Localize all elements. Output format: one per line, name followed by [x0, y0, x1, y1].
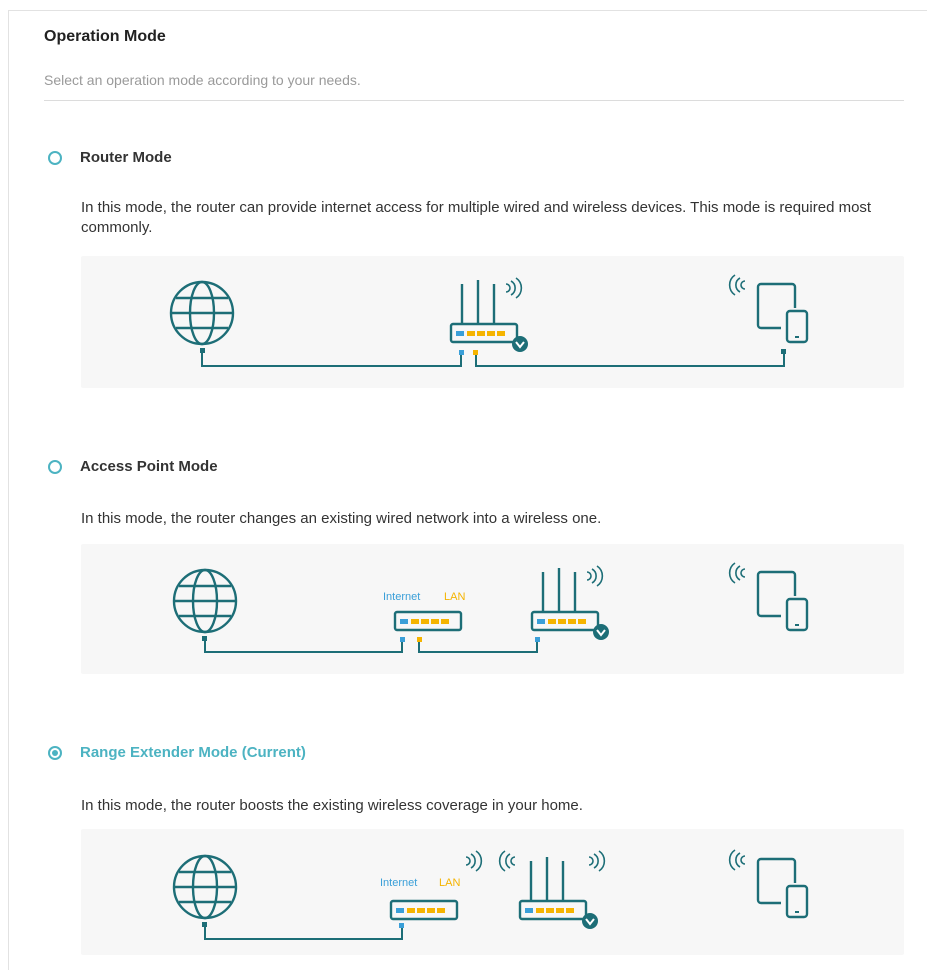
range-extender-mode-label[interactable]: Range Extender Mode (Current) [80, 744, 306, 761]
divider [44, 100, 904, 101]
host-router-icon [389, 850, 483, 928]
router-mode-diagram [81, 256, 904, 388]
router-mode-description: In this mode, the router can provide int… [81, 199, 872, 236]
globe-icon [169, 280, 235, 346]
router-mode-radio[interactable] [48, 151, 62, 165]
access-point-mode-description: In this mode, the router changes an exis… [81, 510, 602, 527]
lan-port-label: LAN [444, 591, 465, 603]
access-point-mode-radio[interactable] [48, 460, 62, 474]
connection-lines [204, 925, 403, 940]
modem-icon [393, 610, 463, 642]
router-mode-label[interactable]: Router Mode [80, 149, 172, 166]
connection-lines [204, 640, 538, 653]
globe-icon [172, 854, 238, 920]
range-extender-mode-diagram: Internet LAN [81, 829, 904, 955]
router-icon [498, 850, 606, 929]
page-subtitle: Select an operation mode according to yo… [44, 72, 361, 88]
devices-icon [728, 274, 809, 344]
access-point-mode-label[interactable]: Access Point Mode [80, 458, 218, 475]
router-icon [449, 277, 528, 355]
range-extender-mode-radio[interactable] [48, 746, 62, 760]
internet-port-label: Internet [383, 591, 420, 603]
range-extender-mode-description: In this mode, the router boosts the exis… [81, 797, 583, 814]
devices-icon [728, 849, 809, 919]
lan-port-label: LAN [439, 877, 460, 889]
router-icon [530, 565, 609, 642]
page-title: Operation Mode [44, 28, 166, 45]
connection-lines [201, 350, 785, 367]
internet-port-label: Internet [380, 877, 417, 889]
globe-icon [172, 568, 238, 634]
devices-icon [728, 562, 809, 632]
access-point-mode-diagram: Internet LAN [81, 544, 904, 674]
